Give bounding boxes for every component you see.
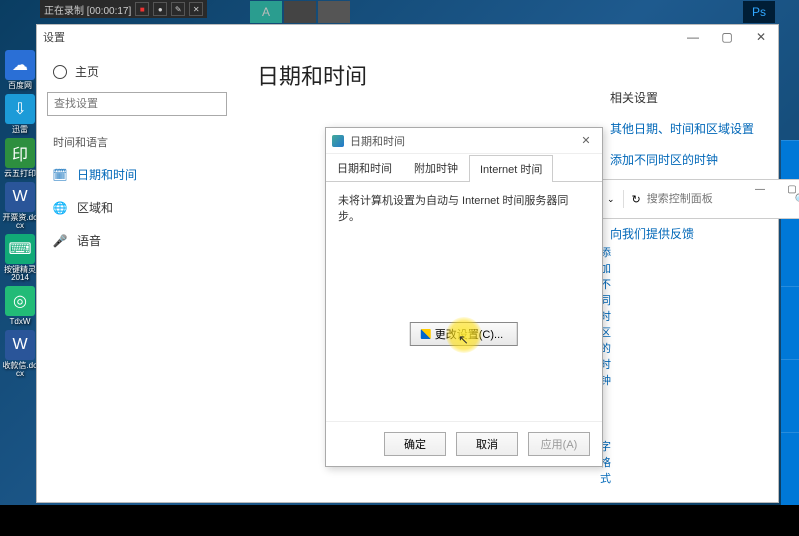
settings-titlebar: 设置 — ▢ ✕ (37, 25, 778, 49)
desktop-icon[interactable]: W收款信.docx (2, 330, 38, 378)
recording-label: 正在录制 [00:00:17] (44, 2, 131, 17)
settings-main: 日期和时间 ⌄ ↻ 🔍 — ▢ ✕ 添加不同时区 (237, 49, 598, 502)
rec-close[interactable]: ✕ (189, 2, 203, 16)
calendar-icon: 🗓 (53, 168, 67, 182)
desktop-icon[interactable]: ☁百度网 (2, 50, 38, 90)
dialog-close-button[interactable]: ✕ (576, 131, 596, 151)
sidebar-item-datetime[interactable]: 🗓 日期和时间 (37, 158, 237, 191)
cp-minimize[interactable]: — (747, 179, 773, 199)
sidebar-item-speech[interactable]: 🎤 语音 (37, 224, 237, 257)
cancel-button[interactable]: 取消 (456, 432, 518, 456)
dialog-message: 未将计算机设置为自动与 Internet 时间服务器同步。 (338, 192, 590, 224)
task-app-1[interactable]: A (250, 1, 282, 23)
home-label: 主页 (75, 63, 99, 80)
rec-stop[interactable]: ● (153, 2, 167, 16)
shield-icon (421, 329, 431, 339)
sidebar-item-label: 日期和时间 (77, 166, 137, 183)
settings-sidebar: 主页 时间和语言 🗓 日期和时间 🌐 区域和 🎤 语音 (37, 49, 237, 502)
desktop-icon[interactable]: ⌨按键精灵2014 (2, 234, 38, 282)
settings-right-pane: 相关设置 其他日期、时间和区域设置 添加不同时区的时钟 让 Windows 变得… (598, 49, 778, 502)
datetime-dialog: 日期和时间 ✕ 日期和时间 附加时钟 Internet 时间 未将计算机设置为自… (325, 127, 603, 467)
dropdown-icon[interactable]: ⌄ (607, 194, 615, 205)
dialog-body: 未将计算机设置为自动与 Internet 时间服务器同步。 更改设置(C)...… (326, 182, 602, 421)
globe-icon: 🌐 (53, 201, 67, 215)
change-btn-label: 更改设置(C)... (435, 326, 503, 342)
close-button[interactable]: ✕ (744, 25, 778, 49)
desktop-icon[interactable]: W开票资.docx (2, 182, 38, 230)
apply-button[interactable]: 应用(A) (528, 432, 590, 456)
sidebar-item-label: 区域和 (77, 199, 113, 216)
change-settings-button[interactable]: 更改设置(C)... (410, 322, 518, 346)
rec-camera[interactable]: ✎ (171, 2, 185, 16)
tab-extraclock[interactable]: 附加时钟 (403, 154, 469, 181)
dialog-titlebar: 日期和时间 ✕ (326, 128, 602, 154)
desktop-icon[interactable]: 印云五打印 (2, 138, 38, 178)
task-ps[interactable]: Ps (743, 1, 775, 23)
related-link[interactable]: 添加不同时区的时钟 (610, 151, 766, 168)
sidebar-item-label: 语音 (77, 232, 101, 249)
maximize-button[interactable]: ▢ (710, 25, 744, 49)
desktop-icons: ☁百度网 ⇩迅雷 印云五打印 W开票资.docx ⌨按键精灵2014 ◎TdxW… (0, 48, 40, 380)
minimize-button[interactable]: — (676, 25, 710, 49)
desktop-icon[interactable]: ◎TdxW (2, 286, 38, 326)
task-app-2[interactable] (284, 1, 316, 23)
search-input[interactable] (47, 92, 227, 116)
settings-title: 设置 (43, 29, 65, 45)
cp-maximize[interactable]: ▢ (779, 179, 799, 199)
recording-bar: 正在录制 [00:00:17] ■ ● ✎ ✕ (40, 0, 207, 18)
gear-icon (53, 65, 67, 79)
ok-button[interactable]: 确定 (384, 432, 446, 456)
sidebar-section: 时间和语言 (37, 128, 237, 158)
related-head: 相关设置 (610, 89, 766, 106)
dialog-title-text: 日期和时间 (350, 133, 405, 149)
page-title: 日期和时间 (257, 59, 578, 91)
tab-datetime[interactable]: 日期和时间 (326, 154, 403, 181)
desktop: 正在录制 [00:00:17] ■ ● ✎ ✕ A Ps ☁百度网 ⇩迅雷 印云… (0, 0, 799, 505)
task-app-3[interactable] (318, 1, 350, 23)
mic-icon: 🎤 (53, 234, 67, 248)
tab-internet-time[interactable]: Internet 时间 (469, 155, 553, 182)
sidebar-item-region[interactable]: 🌐 区域和 (37, 191, 237, 224)
refresh-icon[interactable]: ↻ (632, 193, 641, 206)
sidebar-home[interactable]: 主页 (37, 57, 237, 86)
settings-window: 设置 — ▢ ✕ 主页 时间和语言 🗓 日期和时间 (36, 24, 779, 503)
related-link[interactable]: 其他日期、时间和区域设置 (610, 120, 766, 137)
rec-pause[interactable]: ■ (135, 2, 149, 16)
cp-window-buttons: — ▢ ✕ (747, 179, 799, 199)
dialog-tabs: 日期和时间 附加时钟 Internet 时间 (326, 154, 602, 182)
feedback-link[interactable]: 向我们提供反馈 (610, 225, 766, 242)
dialog-footer: 确定 取消 应用(A) (326, 421, 602, 466)
dialog-icon (332, 135, 344, 147)
desktop-icon[interactable]: ⇩迅雷 (2, 94, 38, 134)
